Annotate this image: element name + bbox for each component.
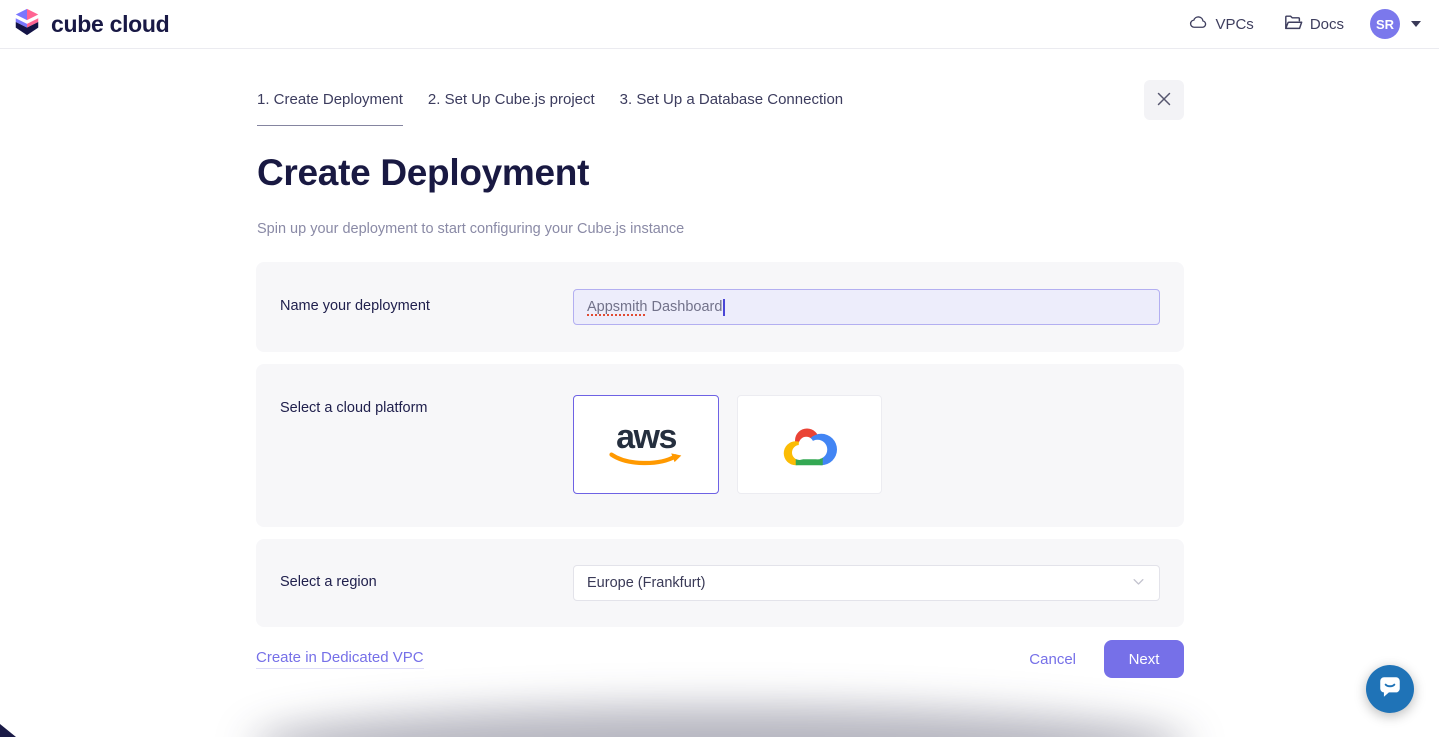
region-field-card: Select a region Europe (Frankfurt) <box>256 539 1184 627</box>
deployment-name-rest: Dashboard <box>647 299 722 315</box>
step-create-deployment[interactable]: 1. Create Deployment <box>257 91 403 126</box>
app-window: cube cloud VPCs Docs <box>0 0 1439 737</box>
aws-logo: aws <box>616 423 676 452</box>
cloud-platform-label: Select a cloud platform <box>280 400 428 416</box>
modal-bottom-shadow <box>250 706 1190 737</box>
cancel-button[interactable]: Cancel <box>1029 651 1076 668</box>
page-title: Create Deployment <box>257 152 589 194</box>
chat-launcher-button[interactable] <box>1366 665 1414 713</box>
deployment-name-misspelled-word: Appsmith <box>587 299 647 315</box>
page-subtitle: Spin up your deployment to start configu… <box>257 221 684 237</box>
name-field-card: Name your deployment Appsmith Dashboard <box>256 262 1184 352</box>
deployment-name-input[interactable]: Appsmith Dashboard <box>573 289 1160 325</box>
platform-option-aws[interactable]: aws <box>573 395 719 494</box>
avatar-initials: SR <box>1376 17 1394 32</box>
region-selected-value: Europe (Frankfurt) <box>587 575 705 591</box>
platform-field-card: Select a cloud platform aws <box>256 364 1184 527</box>
avatar[interactable]: SR <box>1370 9 1400 39</box>
next-button[interactable]: Next <box>1104 640 1184 678</box>
google-cloud-logo <box>774 418 846 472</box>
wizard-footer: Create in Dedicated VPC Cancel Next <box>256 640 1184 678</box>
region-select[interactable]: Europe (Frankfurt) <box>573 565 1160 601</box>
cloud-icon <box>1189 13 1208 36</box>
top-navbar: cube cloud VPCs Docs <box>0 0 1439 49</box>
step-setup-database-connection[interactable]: 3. Set Up a Database Connection <box>620 91 843 126</box>
nav-docs[interactable]: Docs <box>1284 13 1344 36</box>
cube-logo-icon <box>12 7 42 42</box>
close-button[interactable] <box>1144 80 1184 120</box>
platform-option-google-cloud[interactable] <box>737 395 882 494</box>
nav-vpcs[interactable]: VPCs <box>1189 13 1253 36</box>
deployment-name-label: Name your deployment <box>280 298 430 314</box>
underlying-page-corner <box>0 724 16 737</box>
nav-vpcs-label: VPCs <box>1215 16 1253 33</box>
chevron-down-icon[interactable] <box>1411 21 1421 27</box>
brand-wordmark: cube cloud <box>51 11 169 38</box>
nav-docs-label: Docs <box>1310 16 1344 33</box>
chevron-down-icon <box>1131 574 1146 593</box>
navbar-actions: VPCs Docs SR <box>1189 9 1421 39</box>
brand-logo[interactable]: cube cloud <box>12 7 169 42</box>
folder-icon <box>1284 13 1303 36</box>
aws-smile-icon <box>609 451 683 470</box>
text-cursor <box>723 299 725 316</box>
dedicated-vpc-link[interactable]: Create in Dedicated VPC <box>256 649 424 669</box>
chat-bubble-icon <box>1377 674 1403 705</box>
wizard-steps: 1. Create Deployment 2. Set Up Cube.js p… <box>257 91 868 126</box>
region-label: Select a region <box>280 574 377 590</box>
step-setup-cubejs-project[interactable]: 2. Set Up Cube.js project <box>428 91 595 126</box>
close-icon <box>1157 92 1171 109</box>
